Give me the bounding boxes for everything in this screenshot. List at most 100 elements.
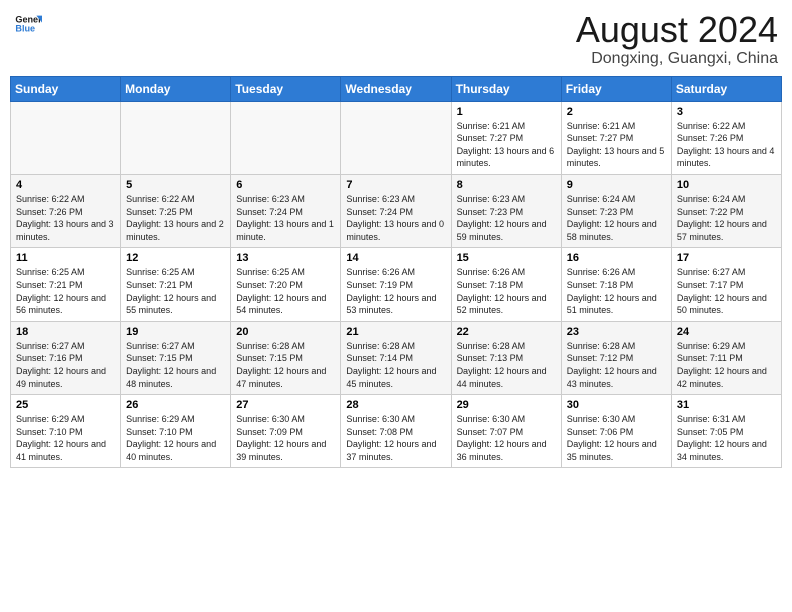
day-cell-23: 23 Sunrise: 6:28 AMSunset: 7:12 PMDayligh… (561, 321, 671, 394)
day-number: 23 (567, 326, 666, 338)
day-cell-21: 21 Sunrise: 6:28 AMSunset: 7:14 PMDayligh… (341, 321, 451, 394)
sunset-text: Sunset: 7:19 PM (346, 279, 445, 292)
day-info: Sunrise: 6:28 AMSunset: 7:14 PMDaylight:… (346, 340, 445, 390)
sunset-text: Sunset: 7:21 PM (126, 279, 225, 292)
sunset-text: Sunset: 7:21 PM (16, 279, 115, 292)
sunrise-text: Sunrise: 6:29 AM (677, 340, 776, 353)
daylight-text: Daylight: 12 hours and 51 minutes. (567, 292, 666, 317)
sunrise-text: Sunrise: 6:26 AM (346, 266, 445, 279)
sunset-text: Sunset: 7:22 PM (677, 206, 776, 219)
daylight-text: Daylight: 12 hours and 52 minutes. (457, 292, 556, 317)
sunrise-text: Sunrise: 6:23 AM (236, 193, 335, 206)
day-number: 20 (236, 326, 335, 338)
sunset-text: Sunset: 7:15 PM (126, 352, 225, 365)
week-row-4: 18Sunrise: 6:27 AMSunset: 7:16 PMDayligh… (11, 321, 782, 394)
day-info: Sunrise: 6:22 AMSunset: 7:26 PMDaylight:… (677, 120, 776, 170)
daylight-text: Daylight: 12 hours and 34 minutes. (677, 438, 776, 463)
daylight-text: Daylight: 12 hours and 59 minutes. (457, 218, 556, 243)
logo: General Blue (14, 10, 42, 38)
sunrise-text: Sunrise: 6:26 AM (457, 266, 556, 279)
week-row-1: 1Sunrise: 6:21 AMSunset: 7:27 PMDaylight… (11, 101, 782, 174)
sunset-text: Sunset: 7:18 PM (457, 279, 556, 292)
day-number: 24 (677, 326, 776, 338)
sunrise-text: Sunrise: 6:30 AM (346, 413, 445, 426)
day-cell-3: 3 Sunrise: 6:22 AMSunset: 7:26 PMDaylight… (671, 101, 781, 174)
day-number: 30 (567, 399, 666, 411)
day-number: 3 (677, 106, 776, 118)
sunrise-text: Sunrise: 6:22 AM (16, 193, 115, 206)
day-number: 15 (457, 252, 556, 264)
month-title: August 2024 (576, 10, 778, 50)
day-info: Sunrise: 6:26 AMSunset: 7:18 PMDaylight:… (567, 266, 666, 316)
day-cell-25: 25Sunrise: 6:29 AMSunset: 7:10 PMDayligh… (11, 395, 121, 468)
sunset-text: Sunset: 7:06 PM (567, 426, 666, 439)
daylight-text: Daylight: 13 hours and 2 minutes. (126, 218, 225, 243)
day-cell-31: 31Sunrise: 6:31 AMSunset: 7:05 PMDayligh… (671, 395, 781, 468)
day-number: 13 (236, 252, 335, 264)
daylight-text: Daylight: 12 hours and 57 minutes. (677, 218, 776, 243)
day-number: 11 (16, 252, 115, 264)
sunrise-text: Sunrise: 6:25 AM (16, 266, 115, 279)
sunrise-text: Sunrise: 6:29 AM (16, 413, 115, 426)
daylight-text: Daylight: 12 hours and 41 minutes. (16, 438, 115, 463)
daylight-text: Daylight: 13 hours and 5 minutes. (567, 145, 666, 170)
day-number: 10 (677, 179, 776, 191)
day-info: Sunrise: 6:24 AMSunset: 7:23 PMDaylight:… (567, 193, 666, 243)
daylight-text: Daylight: 12 hours and 44 minutes. (457, 365, 556, 390)
sunrise-text: Sunrise: 6:22 AM (126, 193, 225, 206)
day-cell-4: 4Sunrise: 6:22 AMSunset: 7:26 PMDaylight… (11, 174, 121, 247)
day-info: Sunrise: 6:21 AMSunset: 7:27 PMDaylight:… (567, 120, 666, 170)
day-info: Sunrise: 6:27 AMSunset: 7:17 PMDaylight:… (677, 266, 776, 316)
day-cell-12: 12Sunrise: 6:25 AMSunset: 7:21 PMDayligh… (121, 248, 231, 321)
sunset-text: Sunset: 7:08 PM (346, 426, 445, 439)
sunset-text: Sunset: 7:11 PM (677, 352, 776, 365)
day-cell-26: 26Sunrise: 6:29 AMSunset: 7:10 PMDayligh… (121, 395, 231, 468)
day-number: 7 (346, 179, 445, 191)
sunset-text: Sunset: 7:23 PM (457, 206, 556, 219)
day-cell-29: 29Sunrise: 6:30 AMSunset: 7:07 PMDayligh… (451, 395, 561, 468)
sunset-text: Sunset: 7:13 PM (457, 352, 556, 365)
sunset-text: Sunset: 7:27 PM (567, 132, 666, 145)
day-cell-27: 27Sunrise: 6:30 AMSunset: 7:09 PMDayligh… (231, 395, 341, 468)
day-number: 2 (567, 106, 666, 118)
day-number: 21 (346, 326, 445, 338)
day-info: Sunrise: 6:27 AMSunset: 7:16 PMDaylight:… (16, 340, 115, 390)
weekday-header-saturday: Saturday (671, 76, 781, 101)
day-number: 6 (236, 179, 335, 191)
sunrise-text: Sunrise: 6:24 AM (677, 193, 776, 206)
day-cell-8: 8Sunrise: 6:23 AMSunset: 7:23 PMDaylight… (451, 174, 561, 247)
day-number: 26 (126, 399, 225, 411)
week-row-2: 4Sunrise: 6:22 AMSunset: 7:26 PMDaylight… (11, 174, 782, 247)
sunset-text: Sunset: 7:12 PM (567, 352, 666, 365)
sunrise-text: Sunrise: 6:27 AM (16, 340, 115, 353)
day-cell-15: 15 Sunrise: 6:26 AMSunset: 7:18 PMDayligh… (451, 248, 561, 321)
weekday-header-monday: Monday (121, 76, 231, 101)
sunset-text: Sunset: 7:20 PM (236, 279, 335, 292)
day-cell-20: 20Sunrise: 6:28 AMSunset: 7:15 PMDayligh… (231, 321, 341, 394)
day-number: 31 (677, 399, 776, 411)
sunrise-text: Sunrise: 6:21 AM (457, 120, 556, 133)
empty-cell (11, 101, 121, 174)
daylight-text: Daylight: 12 hours and 39 minutes. (236, 438, 335, 463)
weekday-header-tuesday: Tuesday (231, 76, 341, 101)
page-header: General Blue August 2024 Dongxing, Guang… (10, 10, 782, 68)
sunset-text: Sunset: 7:25 PM (126, 206, 225, 219)
day-info: Sunrise: 6:30 AMSunset: 7:08 PMDaylight:… (346, 413, 445, 463)
title-block: August 2024 Dongxing, Guangxi, China (576, 10, 778, 68)
day-info: Sunrise: 6:28 AMSunset: 7:13 PMDaylight:… (457, 340, 556, 390)
sunset-text: Sunset: 7:23 PM (567, 206, 666, 219)
day-info: Sunrise: 6:28 AMSunset: 7:12 PMDaylight:… (567, 340, 666, 390)
sunrise-text: Sunrise: 6:24 AM (567, 193, 666, 206)
sunrise-text: Sunrise: 6:25 AM (236, 266, 335, 279)
daylight-text: Daylight: 12 hours and 53 minutes. (346, 292, 445, 317)
sunrise-text: Sunrise: 6:30 AM (236, 413, 335, 426)
daylight-text: Daylight: 13 hours and 3 minutes. (16, 218, 115, 243)
sunrise-text: Sunrise: 6:30 AM (457, 413, 556, 426)
day-number: 4 (16, 179, 115, 191)
sunset-text: Sunset: 7:24 PM (236, 206, 335, 219)
day-number: 29 (457, 399, 556, 411)
sunset-text: Sunset: 7:10 PM (16, 426, 115, 439)
location-title: Dongxing, Guangxi, China (576, 50, 778, 68)
sunset-text: Sunset: 7:17 PM (677, 279, 776, 292)
day-cell-10: 10 Sunrise: 6:24 AMSunset: 7:22 PMDayligh… (671, 174, 781, 247)
